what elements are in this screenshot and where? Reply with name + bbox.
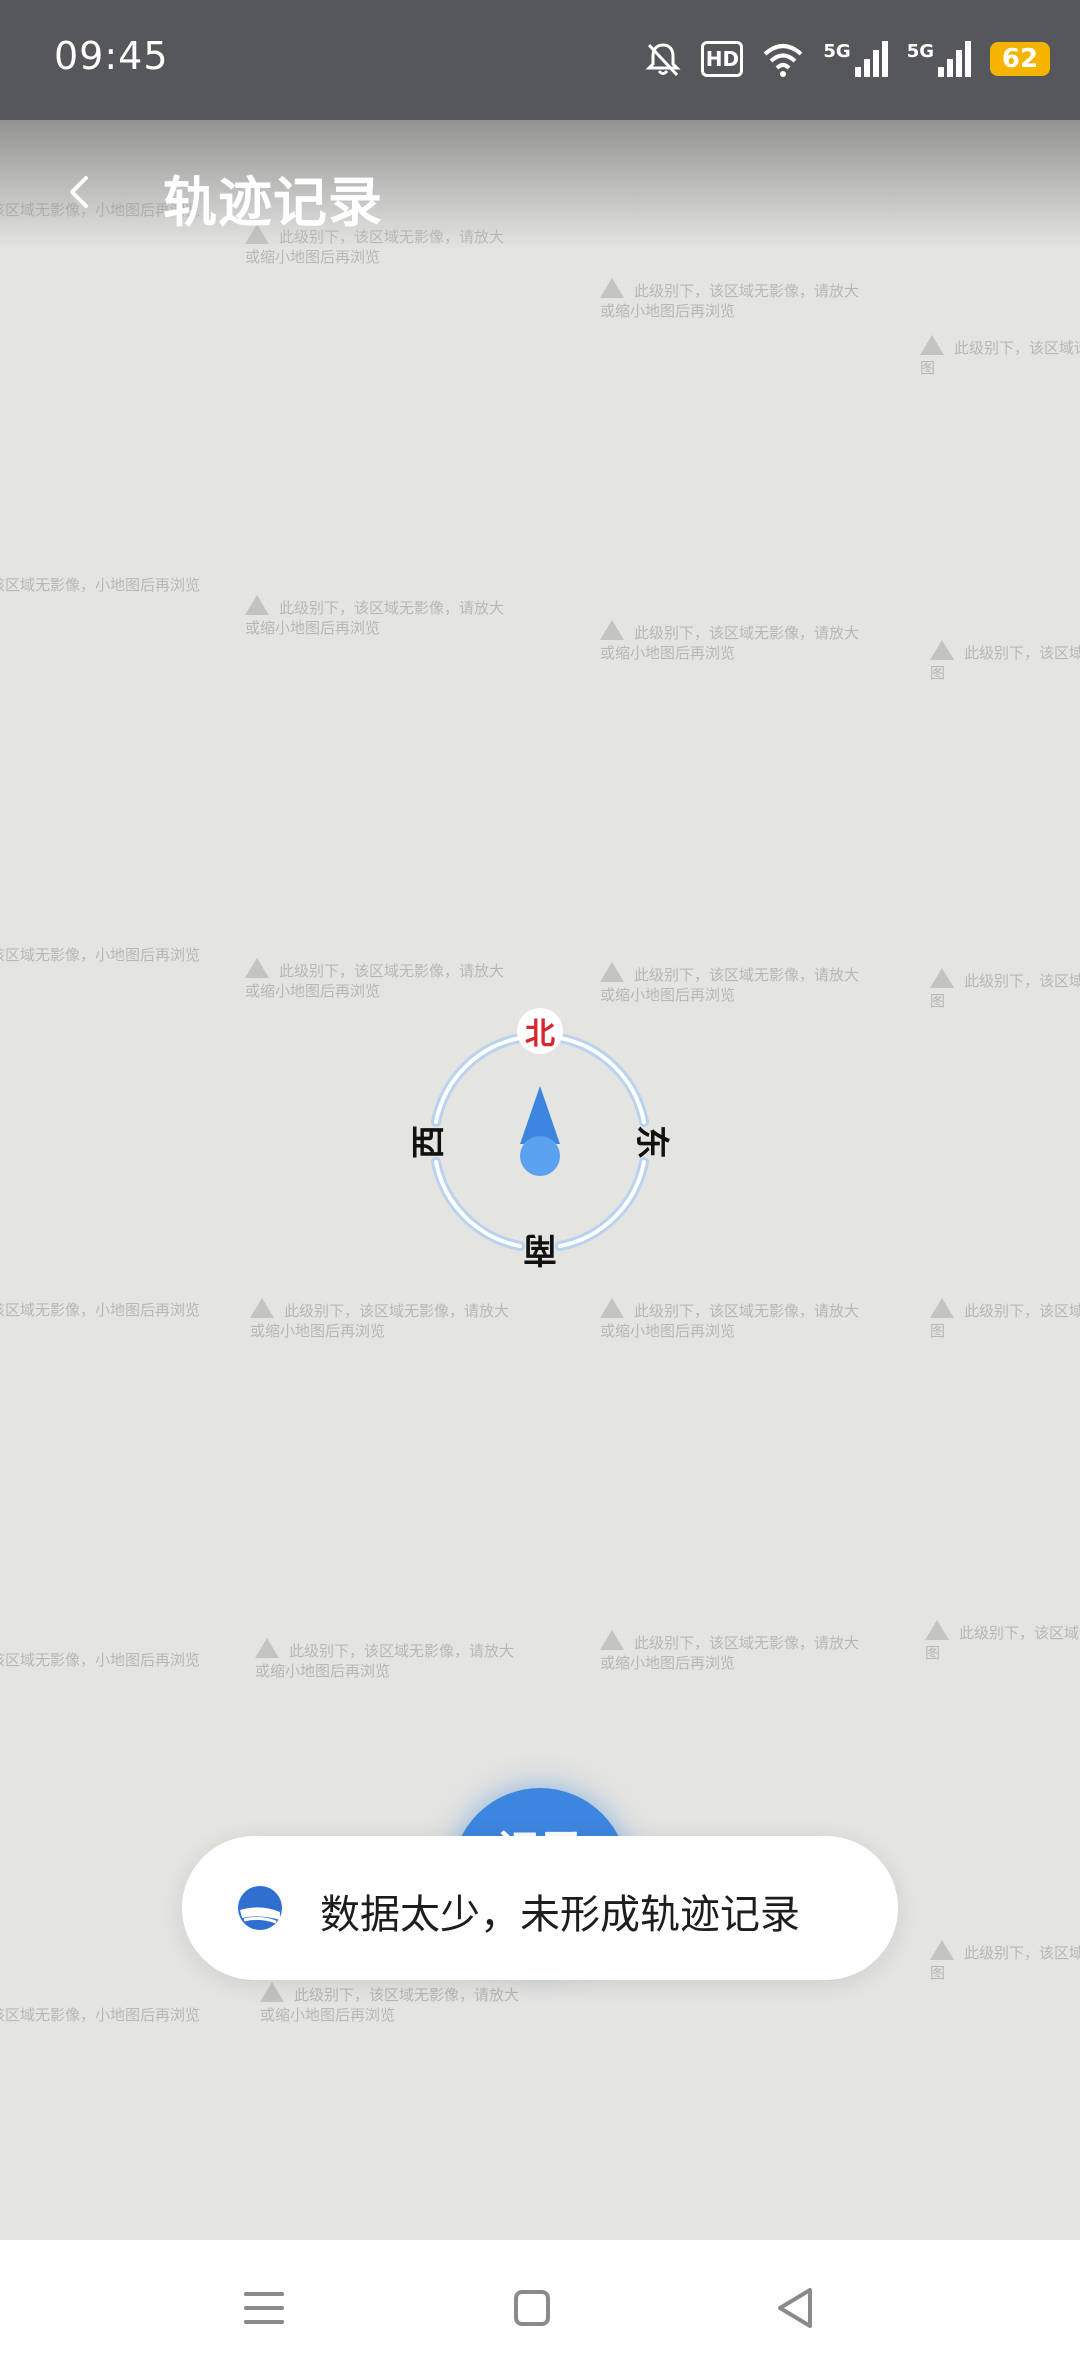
map-tile-notice: 此级别下，该区域无影像，请放大或缩小地图后再浏览 xyxy=(600,1630,860,1673)
status-time: 09:45 xyxy=(54,34,169,78)
map-tile-notice: 该区域无影像，小地图后再浏览 xyxy=(0,1651,201,1669)
back-triangle-icon[interactable] xyxy=(770,2282,822,2334)
warning-icon xyxy=(600,1630,624,1650)
warning-icon xyxy=(600,962,624,982)
battery-icon: 62 xyxy=(990,42,1050,76)
status-icons: HD 5G 5G 62 xyxy=(643,30,1050,88)
map-tile-notice: 此级别下，该区域请放大或缩小地图 xyxy=(930,968,1080,1011)
warning-icon xyxy=(260,1982,284,2002)
warning-icon xyxy=(930,640,954,660)
signal-5g-icon: 5G xyxy=(907,41,972,77)
compass-south-label: 南 xyxy=(523,1229,557,1270)
warning-icon xyxy=(930,1298,954,1318)
map-tile-notice: 此级别下，该区域无影像，请放大或缩小地图后再浏览 xyxy=(600,962,860,1005)
map-tile-notice: 此级别下，该区域无影像，请放大或缩小地图后再浏览 xyxy=(600,278,860,321)
map-tile-notice: 此级别下，该区域无影像，请放大或缩小地图后再浏览 xyxy=(260,1982,520,2025)
map-tile-notice: 此级别下，该区域无影像，请放大或缩小地图后再浏览 xyxy=(250,1298,510,1341)
map-tile-notice: 此级别下，该区域无影像，请放大或缩小地图后再浏览 xyxy=(600,620,860,663)
warning-icon xyxy=(600,278,624,298)
location-arrow-icon xyxy=(520,1086,560,1176)
map-tile-notice: 此级别下，该区域请放大或缩小地图 xyxy=(920,335,1080,378)
map-tile-notice: 此级别下，该区域请放大或缩小地图 xyxy=(930,1940,1080,1983)
warning-icon xyxy=(255,1638,279,1658)
warning-icon xyxy=(250,1298,274,1318)
menu-icon[interactable] xyxy=(238,2282,290,2334)
warning-icon xyxy=(925,1620,949,1640)
map-tile-notice: 该区域无影像，小地图后再浏览 xyxy=(0,2006,201,2024)
warning-icon xyxy=(920,335,944,355)
map-tile-notice: 此级别下，该区域请放大或缩小地图 xyxy=(925,1620,1080,1663)
warning-icon xyxy=(600,1298,624,1318)
home-square-icon[interactable] xyxy=(506,2282,558,2334)
map-tile-notice: 该区域无影像，小地图后再浏览 xyxy=(0,946,201,964)
map-tile-notice: 此级别下，该区域无影像，请放大或缩小地图后再浏览 xyxy=(245,595,505,638)
warning-icon xyxy=(930,968,954,988)
compass-east-label: 东 xyxy=(631,1125,672,1159)
map-tile-notice: 此级别下，该区域无影像，请放大或缩小地图后再浏览 xyxy=(255,1638,515,1681)
map-tile-notice: 此级别下，该区域请放大或缩小地图 xyxy=(930,1298,1080,1341)
app-logo-icon xyxy=(238,1886,282,1930)
hd-icon: HD xyxy=(701,41,744,77)
warning-icon xyxy=(245,958,269,978)
warning-icon xyxy=(600,620,624,640)
compass-west-label: 西 xyxy=(408,1125,449,1159)
status-bar: 09:45 HD 5G 5G 62 xyxy=(0,0,1080,120)
page-title: 轨迹记录 xyxy=(163,171,383,234)
map-tile-notice: 此级别下，该区域请放大或缩小地图 xyxy=(930,640,1080,683)
toast-message: 数据太少，未形成轨迹记录 xyxy=(320,1892,800,1938)
warning-icon xyxy=(245,595,269,615)
wifi-icon xyxy=(764,44,803,77)
toast: 数据太少，未形成轨迹记录 xyxy=(182,1836,898,1980)
system-nav-bar xyxy=(0,2240,1080,2376)
warning-icon xyxy=(930,1940,954,1960)
signal-label: 5G xyxy=(906,41,934,62)
signal-5g-icon: 5G xyxy=(823,41,888,77)
map-tile-notice: 该区域无影像，小地图后再浏览 xyxy=(0,576,201,594)
compass-north-label: 北 xyxy=(517,1008,563,1054)
chevron-left-icon[interactable] xyxy=(60,172,100,212)
compass: 北 东 南 西 xyxy=(409,1008,672,1272)
map-tile-notice: 此级别下，该区域无影像，请放大或缩小地图后再浏览 xyxy=(600,1298,860,1341)
map-tile-notice: 该区域无影像，小地图后再浏览 xyxy=(0,1301,201,1319)
app-bar: 轨迹记录 xyxy=(0,120,1080,270)
map-tile-notice: 此级别下，该区域无影像，请放大或缩小地图后再浏览 xyxy=(245,958,505,1001)
bell-muted-icon xyxy=(645,43,681,77)
signal-label: 5G xyxy=(823,41,851,62)
